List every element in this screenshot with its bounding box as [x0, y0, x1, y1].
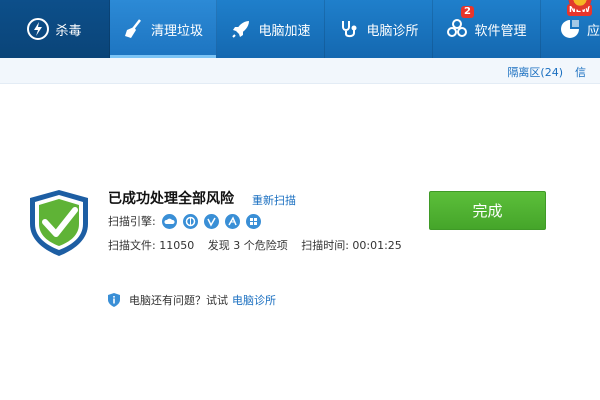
tab-label: 应: [586, 23, 600, 39]
tab-clean-junk[interactable]: 清理垃圾: [110, 0, 217, 58]
quarantine-link[interactable]: 隔离区(24) 信: [507, 64, 586, 80]
help-text: 电脑还有问题？试试: [129, 294, 228, 307]
app-store-icon: [560, 20, 579, 38]
update-count-badge: 2: [461, 6, 474, 18]
tab-label: 电脑诊所: [366, 23, 419, 39]
qvm-engine-icon: [182, 213, 198, 229]
pc-clinic-link[interactable]: 电脑诊所: [232, 292, 276, 308]
software-manager-icon: [447, 19, 468, 37]
scan-stats: 扫描文件: 11050 发现 3 个危险项 扫描时间: 00:01:25: [108, 237, 412, 253]
scanned-files-count: 扫描文件: 11050: [108, 239, 195, 252]
tab-speed-up[interactable]: 电脑加速: [217, 0, 325, 58]
top-navigation: 杀毒 清理垃圾 电脑加速 电脑诊所 软件管理 2 应: [0, 0, 600, 58]
tab-software-manager[interactable]: 软件管理 2: [433, 0, 541, 58]
scan-engines-row: 扫描引擎:: [108, 213, 261, 229]
help-row: 电脑还有问题？试试 电脑诊所: [108, 292, 276, 308]
rescan-link[interactable]: 重新扫描: [252, 192, 296, 208]
result-title: 已成功处理全部风险: [108, 191, 234, 207]
system-repair-engine-icon: [245, 213, 261, 229]
threats-found: 发现 3 个危险项: [207, 239, 288, 252]
rocket-icon: [232, 21, 250, 38]
done-button[interactable]: 完成: [429, 191, 546, 230]
trust-zone-link[interactable]: 信: [575, 66, 586, 79]
info-shield-icon: [108, 293, 120, 307]
stethoscope-icon: [342, 21, 357, 38]
shield-check-icon: [30, 190, 88, 256]
tab-label: 杀毒: [55, 23, 82, 39]
sub-toolbar: 隔离区(24) 信: [0, 58, 600, 84]
quarantine-label[interactable]: 隔离区(24): [507, 66, 563, 79]
antivirus-bolt-icon: [27, 18, 50, 40]
tab-label: 软件管理: [474, 23, 527, 39]
scan-duration: 扫描时间: 00:01:25: [301, 239, 402, 252]
cloud-engine-icon: [161, 213, 177, 229]
heuristic-engine-icon: [203, 213, 219, 229]
tab-label: 清理垃圾: [150, 23, 203, 39]
tab-app-store[interactable]: 应 NEW: [541, 0, 600, 58]
tab-label: 电脑加速: [258, 23, 311, 39]
tab-pc-clinic[interactable]: 电脑诊所: [325, 0, 433, 58]
tab-antivirus[interactable]: 杀毒: [0, 0, 110, 58]
avira-engine-icon: [224, 213, 240, 229]
engine-label: 扫描引擎:: [108, 215, 156, 228]
broom-icon: [124, 19, 141, 38]
